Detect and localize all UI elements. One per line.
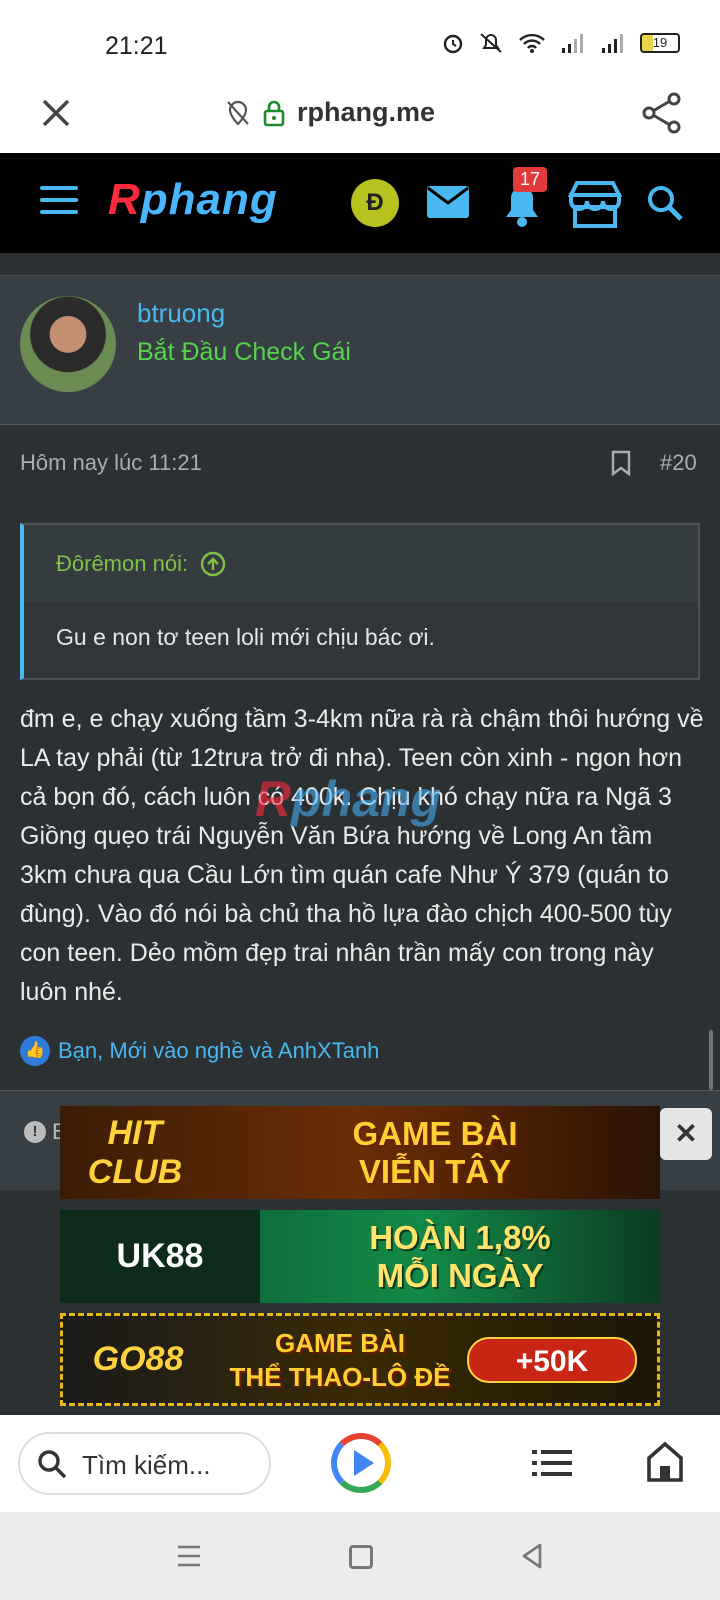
store-icon[interactable] bbox=[567, 179, 623, 229]
quote-header[interactable]: Đôrêmon nói: bbox=[24, 525, 698, 602]
like-icon: 👍 bbox=[20, 1036, 50, 1066]
home-icon[interactable] bbox=[645, 1440, 685, 1484]
signal-icon-2 bbox=[602, 34, 623, 53]
list-icon[interactable] bbox=[532, 1447, 572, 1479]
url-text: rphang.me bbox=[297, 97, 436, 127]
quote-block: Đôrêmon nói: Gu e non tơ teen loli mới c… bbox=[20, 523, 700, 680]
reactions[interactable]: 👍 Bạn, Mới vào nghề và AnhXTanh bbox=[20, 1036, 379, 1066]
system-nav-bar bbox=[0, 1512, 720, 1600]
play-icon[interactable] bbox=[331, 1433, 391, 1493]
quote-author: Đôrêmon nói: bbox=[56, 551, 189, 576]
bookmark-icon[interactable] bbox=[610, 450, 632, 476]
search-icon[interactable] bbox=[645, 183, 685, 223]
ad-cta-button[interactable]: +50K bbox=[467, 1336, 637, 1383]
site-logo[interactable]: Rphang bbox=[108, 175, 278, 225]
ad-slogan: GAME BÀI VIỄN TÂY bbox=[352, 1114, 518, 1190]
ad-banner-hitclub[interactable]: HIT CLUB GAME BÀI VIỄN TÂY bbox=[60, 1106, 660, 1199]
share-icon[interactable] bbox=[640, 91, 684, 135]
ad-brand: UK88 sports bbox=[60, 1210, 260, 1303]
search-input[interactable]: Tìm kiếm... bbox=[18, 1432, 271, 1495]
search-icon bbox=[38, 1450, 67, 1479]
browser-url-bar: rphang.me bbox=[0, 75, 720, 153]
mute-icon bbox=[480, 33, 502, 53]
tracking-off-icon bbox=[227, 100, 249, 126]
currency-icon[interactable]: Đ bbox=[351, 179, 399, 227]
reaction-list: Bạn, Mới vào nghề và AnhXTanh bbox=[58, 1038, 380, 1063]
status-time: 21:21 bbox=[105, 32, 168, 60]
mail-icon[interactable] bbox=[426, 185, 470, 219]
ad-banner-go88[interactable]: GO88 GAME BÀI THỂ THAO-LÔ ĐỀ +50K bbox=[60, 1313, 660, 1406]
wifi-icon bbox=[519, 33, 545, 53]
battery-icon: 19 bbox=[640, 33, 680, 53]
ad-brand: GO88 bbox=[92, 1340, 184, 1378]
alarm-icon bbox=[443, 34, 463, 54]
watermark-logo: Rphang bbox=[255, 771, 442, 827]
home-nav-icon[interactable] bbox=[349, 1545, 373, 1569]
status-icons: 19 bbox=[442, 32, 680, 54]
username[interactable]: btruong bbox=[137, 298, 225, 329]
ad-brand: HIT CLUB bbox=[87, 1113, 183, 1191]
menu-icon[interactable] bbox=[40, 186, 78, 220]
url-display[interactable]: rphang.me bbox=[225, 97, 435, 128]
lock-icon bbox=[263, 100, 285, 126]
site-header: Rphang Đ bbox=[0, 153, 720, 253]
notification-badge: 17 bbox=[513, 167, 548, 192]
post-body: đm e, e chạy xuống tầm 3-4km nữa rà rà c… bbox=[20, 705, 704, 1006]
ad-slogan: GAME BÀI THỂ THAO-LÔ ĐỀ bbox=[229, 1327, 451, 1392]
ad-close-button[interactable]: ✕ bbox=[660, 1108, 712, 1160]
browser-bottom-bar: Tìm kiếm... bbox=[0, 1415, 720, 1512]
post-timestamp[interactable]: Hôm nay lúc 11:21 bbox=[20, 450, 202, 476]
post-number[interactable]: #20 bbox=[660, 450, 697, 476]
ad-banner-uk88[interactable]: UK88 sports HOÀN 1,8%MỖI NGÀY bbox=[60, 1210, 660, 1303]
post-author-panel: btruong Bắt Đầu Check Gái bbox=[0, 275, 720, 425]
search-placeholder: Tìm kiếm... bbox=[82, 1450, 211, 1480]
recents-icon[interactable] bbox=[176, 1544, 202, 1568]
user-title: Bắt Đầu Check Gái bbox=[137, 338, 351, 366]
ad-slogan: HOÀN 1,8% MỖI NGÀY bbox=[369, 1218, 551, 1294]
avatar[interactable] bbox=[20, 296, 116, 392]
close-icon[interactable] bbox=[36, 93, 76, 133]
arrow-up-circle-icon bbox=[201, 551, 226, 577]
report-icon[interactable]: ! bbox=[24, 1121, 46, 1143]
quote-text: Gu e non tơ teen loli mới chịu bác ơi. bbox=[56, 624, 435, 650]
signal-icon bbox=[562, 34, 583, 53]
back-icon[interactable] bbox=[520, 1542, 544, 1570]
scrollbar[interactable] bbox=[709, 1030, 713, 1090]
